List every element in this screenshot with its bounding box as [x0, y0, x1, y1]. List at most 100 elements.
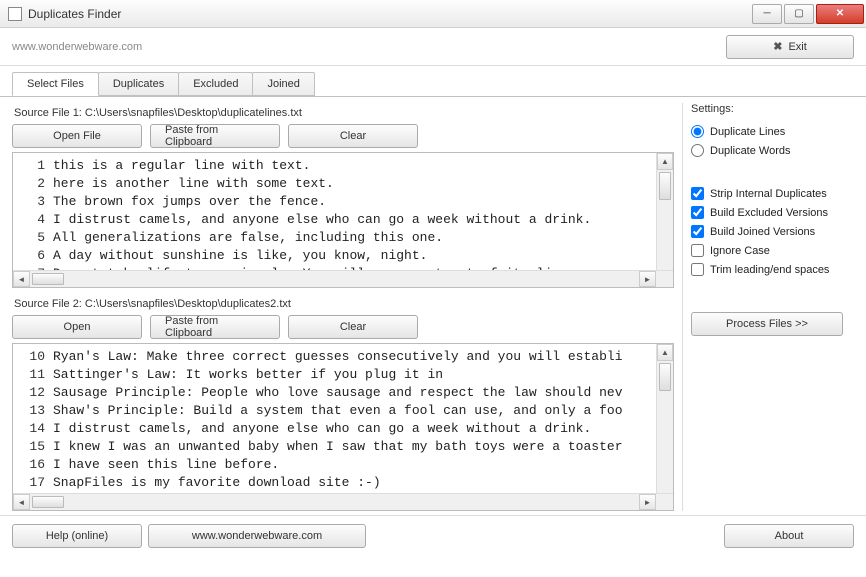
text-line[interactable]: 6A day without sunshine is like, you kno… [13, 247, 673, 265]
line-text: I have seen this line before. [53, 456, 673, 474]
checkbox-input[interactable] [691, 206, 704, 219]
scroll-thumb[interactable] [659, 172, 671, 200]
text-line[interactable]: 4I distrust camels, and anyone else who … [13, 211, 673, 229]
text-line[interactable]: 17SnapFiles is my favorite download site… [13, 474, 673, 492]
text-line[interactable]: 15I knew I was an unwanted baby when I s… [13, 438, 673, 456]
line-number: 12 [13, 384, 53, 402]
line-text: this is a regular line with text. [53, 157, 673, 175]
website-button[interactable]: www.wonderwebware.com [148, 524, 366, 548]
scroll-thumb[interactable] [32, 496, 64, 508]
close-button[interactable]: ✕ [816, 4, 864, 24]
x-icon: ✖ [773, 40, 782, 53]
source2-paste-button[interactable]: Paste from Clipboard [150, 315, 280, 339]
source1-open-button[interactable]: Open File [12, 124, 142, 148]
text-line[interactable]: 5All generalizations are false, includin… [13, 229, 673, 247]
process-files-button[interactable]: Process Files >> [691, 312, 843, 336]
text-line[interactable]: 2here is another line with some text. [13, 175, 673, 193]
checkbox-label: Strip Internal Duplicates [710, 188, 827, 200]
checkbox-label: Build Joined Versions [710, 226, 815, 238]
radio-duplicate-words[interactable]: Duplicate Words [691, 144, 856, 157]
checkbox-label: Build Excluded Versions [710, 207, 828, 219]
line-number: 4 [13, 211, 53, 229]
scroll-left-icon[interactable]: ◄ [13, 271, 30, 287]
line-number: 16 [13, 456, 53, 474]
scroll-thumb[interactable] [32, 273, 64, 285]
source1-paste-button[interactable]: Paste from Clipboard [150, 124, 280, 148]
line-text: Ryan's Law: Make three correct guesses c… [53, 348, 673, 366]
line-text: A day without sunshine is like, you know… [53, 247, 673, 265]
text-line[interactable]: 14I distrust camels, and anyone else who… [13, 420, 673, 438]
source1-path-label: Source File 1: C:\Users\snapfiles\Deskto… [14, 107, 674, 119]
scroll-up-icon[interactable]: ▲ [657, 344, 673, 361]
tab-bar: Select Files Duplicates Excluded Joined [0, 66, 866, 97]
line-text: All generalizations are false, including… [53, 229, 673, 247]
text-line[interactable]: 16I have seen this line before. [13, 456, 673, 474]
text-line[interactable]: 11Sattinger's Law: It works better if yo… [13, 366, 673, 384]
line-text: The brown fox jumps over the fence. [53, 193, 673, 211]
checkbox-input[interactable] [691, 263, 704, 276]
scroll-up-icon[interactable]: ▲ [657, 153, 673, 170]
line-text: I distrust camels, and anyone else who c… [53, 420, 673, 438]
source2-open-button[interactable]: Open [12, 315, 142, 339]
line-text: Shaw's Principle: Build a system that ev… [53, 402, 673, 420]
line-number: 17 [13, 474, 53, 492]
vertical-scrollbar[interactable]: ▲ [656, 153, 673, 270]
line-text: I knew I was an unwanted baby when I saw… [53, 438, 673, 456]
source2-clear-button[interactable]: Clear [288, 315, 418, 339]
text-line[interactable]: 1this is a regular line with text. [13, 157, 673, 175]
about-button[interactable]: About [724, 524, 854, 548]
settings-panel: Settings: Duplicate Lines Duplicate Word… [682, 103, 856, 511]
line-text: here is another line with some text. [53, 175, 673, 193]
window-title: Duplicates Finder [28, 7, 750, 21]
tab-excluded[interactable]: Excluded [178, 72, 253, 96]
exit-button-label: Exit [788, 41, 806, 53]
checkbox-input[interactable] [691, 225, 704, 238]
text-line[interactable]: 10Ryan's Law: Make three correct guesses… [13, 348, 673, 366]
check-build-excluded[interactable]: Build Excluded Versions [691, 206, 856, 219]
line-number: 2 [13, 175, 53, 193]
scroll-thumb[interactable] [659, 363, 671, 391]
bottom-toolbar: Help (online) www.wonderwebware.com Abou… [0, 515, 866, 556]
site-url-label: www.wonderwebware.com [12, 41, 726, 53]
checkbox-label: Ignore Case [710, 245, 770, 257]
check-strip-duplicates[interactable]: Strip Internal Duplicates [691, 187, 856, 200]
vertical-scrollbar[interactable]: ▲ [656, 344, 673, 493]
radio-label: Duplicate Words [710, 145, 791, 157]
app-icon [8, 7, 22, 21]
radio-duplicate-lines[interactable]: Duplicate Lines [691, 125, 856, 138]
checkbox-input[interactable] [691, 244, 704, 257]
text-line[interactable]: 3The brown fox jumps over the fence. [13, 193, 673, 211]
horizontal-scrollbar[interactable]: ◄ ► [13, 270, 673, 287]
check-build-joined[interactable]: Build Joined Versions [691, 225, 856, 238]
minimize-button[interactable]: ─ [752, 4, 782, 24]
scroll-left-icon[interactable]: ◄ [13, 494, 30, 510]
check-ignore-case[interactable]: Ignore Case [691, 244, 856, 257]
line-number: 13 [13, 402, 53, 420]
text-line[interactable]: 13Shaw's Principle: Build a system that … [13, 402, 673, 420]
source1-clear-button[interactable]: Clear [288, 124, 418, 148]
check-trim-spaces[interactable]: Trim leading/end spaces [691, 263, 856, 276]
maximize-button[interactable]: ▢ [784, 4, 814, 24]
line-number: 5 [13, 229, 53, 247]
line-text: Sattinger's Law: It works better if you … [53, 366, 673, 384]
line-text: I distrust camels, and anyone else who c… [53, 211, 673, 229]
source1-textbox[interactable]: 1this is a regular line with text.2here … [12, 152, 674, 288]
line-number: 10 [13, 348, 53, 366]
scroll-right-icon[interactable]: ► [639, 494, 656, 510]
source2-textbox[interactable]: 10Ryan's Law: Make three correct guesses… [12, 343, 674, 511]
tab-select-files[interactable]: Select Files [12, 72, 99, 96]
line-text: SnapFiles is my favorite download site :… [53, 474, 673, 492]
tab-joined[interactable]: Joined [252, 72, 314, 96]
titlebar: Duplicates Finder ─ ▢ ✕ [0, 0, 866, 28]
radio-input-lines[interactable] [691, 125, 704, 138]
radio-input-words[interactable] [691, 144, 704, 157]
line-number: 11 [13, 366, 53, 384]
checkbox-input[interactable] [691, 187, 704, 200]
tab-duplicates[interactable]: Duplicates [98, 72, 179, 96]
exit-button[interactable]: ✖ Exit [726, 35, 854, 59]
line-text: Sausage Principle: People who love sausa… [53, 384, 673, 402]
scroll-right-icon[interactable]: ► [639, 271, 656, 287]
text-line[interactable]: 12Sausage Principle: People who love sau… [13, 384, 673, 402]
horizontal-scrollbar[interactable]: ◄ ► [13, 493, 673, 510]
help-button[interactable]: Help (online) [12, 524, 142, 548]
